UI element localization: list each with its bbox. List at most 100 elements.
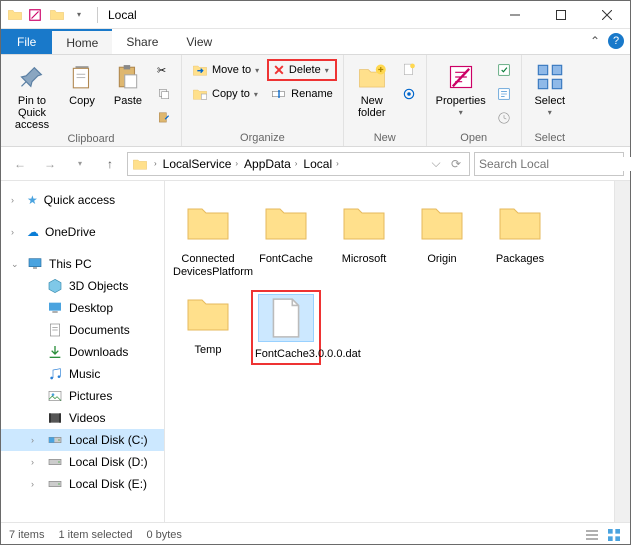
ribbon-group-clipboard: Pin to Quick access Copy Paste ✂ Clipboa…	[1, 55, 182, 146]
folder-item[interactable]: Microsoft	[329, 199, 399, 278]
scrollbar[interactable]	[614, 181, 630, 522]
new-item-button[interactable]	[398, 59, 420, 81]
tab-view[interactable]: View	[172, 29, 226, 54]
nav-item[interactable]: Desktop	[1, 297, 164, 319]
item-label: Origin	[407, 253, 477, 266]
tab-home[interactable]: Home	[52, 29, 112, 54]
properties-button[interactable]: Properties ▾	[433, 57, 489, 118]
folder-qa-icon[interactable]	[49, 7, 65, 23]
properties-qa-icon[interactable]	[27, 7, 43, 23]
search-input[interactable]	[479, 157, 631, 171]
details-view-button[interactable]	[584, 527, 600, 543]
nav-item[interactable]: 3D Objects	[1, 275, 164, 297]
nav-icon	[47, 300, 63, 316]
folder-item[interactable]: FontCache	[251, 199, 321, 278]
status-bar: 7 items 1 item selected 0 bytes	[1, 522, 630, 546]
move-to-button[interactable]: Move to ▾	[188, 59, 263, 81]
nav-item[interactable]: ›Local Disk (D:)	[1, 451, 164, 473]
easy-access-button[interactable]	[398, 83, 420, 105]
address-dropdown-icon[interactable]: ⌵	[427, 152, 445, 176]
status-item-count: 7 items	[9, 529, 44, 541]
up-button[interactable]: ↑	[97, 151, 123, 177]
quick-access-toolbar: ▾	[27, 7, 91, 23]
item-label: FontCache	[251, 253, 321, 266]
delete-label: Delete	[289, 64, 321, 76]
pc-icon	[27, 256, 43, 272]
open-button[interactable]	[493, 59, 515, 81]
title-bar: ▾ Local	[1, 1, 630, 29]
paste-shortcut-button[interactable]	[153, 107, 175, 129]
nav-icon	[47, 344, 63, 360]
delete-button[interactable]: ✕ Delete ▾	[267, 59, 337, 81]
ribbon-group-select: Select ▾ Select	[522, 55, 578, 146]
select-button[interactable]: Select ▾	[528, 57, 572, 118]
icons-view-button[interactable]	[606, 527, 622, 543]
ribbon-group-open: Properties ▾ Open	[427, 55, 522, 146]
pin-quick-access-button[interactable]: Pin to Quick access	[7, 57, 57, 131]
status-selection: 1 item selected	[58, 529, 132, 541]
rename-button[interactable]: Rename	[267, 83, 337, 105]
nav-item[interactable]: Pictures	[1, 385, 164, 407]
content-pane[interactable]: Connected DevicesPlatform FontCache Micros…	[165, 181, 630, 522]
copy-to-button[interactable]: Copy to ▾	[188, 83, 263, 105]
edit-button[interactable]	[493, 83, 515, 105]
nav-item[interactable]: ›Local Disk (C:)	[1, 429, 164, 451]
chevron-down-icon: ⌄	[11, 259, 21, 270]
folder-item[interactable]: Origin	[407, 199, 477, 278]
ribbon-label-new: New	[350, 130, 420, 146]
nav-item[interactable]: ›Local Disk (E:)	[1, 473, 164, 495]
nav-icon	[47, 410, 63, 426]
history-button[interactable]	[493, 107, 515, 129]
nav-icon	[47, 388, 63, 404]
folder-icon	[336, 199, 392, 247]
maximize-button[interactable]	[538, 1, 584, 29]
search-box[interactable]: 🔍	[474, 152, 624, 176]
file-icon	[258, 294, 314, 342]
chevron-right-icon: ›	[31, 435, 41, 445]
nav-icon	[47, 454, 63, 470]
folder-icon	[258, 199, 314, 247]
nav-item[interactable]: Downloads	[1, 341, 164, 363]
crumb-localservice[interactable]: LocalService›	[163, 157, 242, 171]
nav-label: Quick access	[44, 193, 115, 207]
new-folder-button[interactable]: New folder	[350, 57, 394, 119]
cut-button[interactable]: ✂	[153, 59, 175, 81]
forward-button[interactable]: →	[37, 151, 63, 177]
collapse-ribbon-icon[interactable]: ⌃	[590, 34, 600, 48]
chevron-right-icon: ›	[31, 479, 41, 489]
qa-dropdown-icon[interactable]: ▾	[71, 7, 87, 23]
nav-item[interactable]: Music	[1, 363, 164, 385]
folder-item[interactable]: Connected DevicesPlatform	[173, 199, 243, 278]
minimize-button[interactable]	[492, 1, 538, 29]
file-menu[interactable]: File	[1, 29, 52, 54]
new-folder-icon	[356, 61, 388, 93]
close-button[interactable]	[584, 1, 630, 29]
crumb-appdata[interactable]: AppData›	[244, 157, 301, 171]
folder-item[interactable]: Temp	[173, 290, 243, 365]
crumb-local[interactable]: Local›	[303, 157, 342, 171]
nav-this-pc[interactable]: ⌄ This PC	[1, 253, 164, 275]
nav-item[interactable]: Documents	[1, 319, 164, 341]
nav-item[interactable]: Videos	[1, 407, 164, 429]
address-bar[interactable]: › LocalService› AppData› Local› ⌵ ⟳	[127, 152, 470, 176]
nav-onedrive[interactable]: › ☁ OneDrive	[1, 221, 164, 243]
file-item[interactable]: FontCache3.0.0.0.dat	[251, 290, 321, 365]
back-button[interactable]: ←	[7, 151, 33, 177]
item-label: FontCache3.0.0.0.dat	[255, 348, 317, 361]
paste-icon	[112, 61, 144, 93]
tab-share[interactable]: Share	[112, 29, 172, 54]
copy-path-button[interactable]	[153, 83, 175, 105]
nav-label: Local Disk (D:)	[69, 455, 148, 469]
folder-item[interactable]: Packages	[485, 199, 555, 278]
copy-button[interactable]: Copy	[61, 57, 103, 107]
paste-button[interactable]: Paste	[107, 57, 149, 107]
item-label: Microsoft	[329, 253, 399, 266]
recent-locations-button[interactable]: ▾	[67, 151, 93, 177]
help-icon[interactable]: ?	[608, 33, 624, 49]
select-icon	[534, 61, 566, 93]
properties-label: Properties	[436, 95, 486, 107]
refresh-button[interactable]: ⟳	[447, 152, 465, 176]
nav-quick-access[interactable]: › ★ Quick access	[1, 189, 164, 211]
nav-icon	[47, 366, 63, 382]
status-size: 0 bytes	[146, 529, 181, 541]
